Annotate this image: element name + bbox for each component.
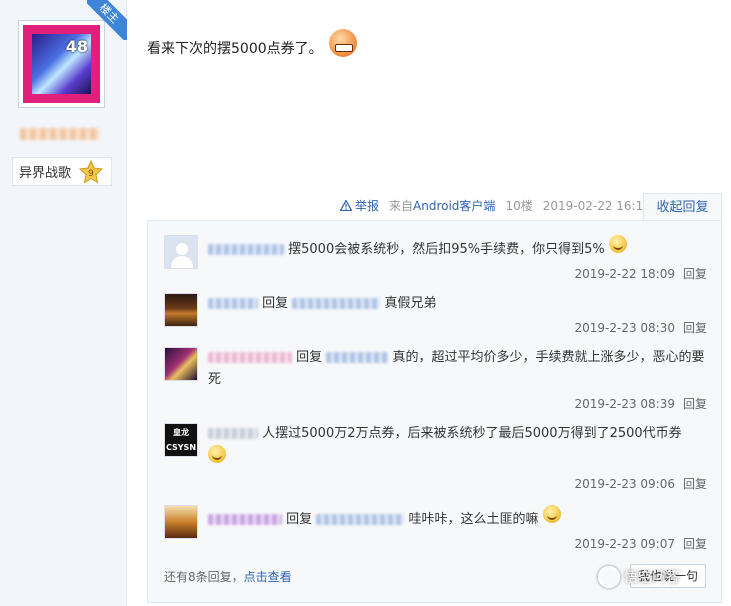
reply-time: 2019-2-23 09:07	[574, 537, 675, 551]
reply-body: 回复 真的，超过平均价多少，手续费就上涨多少，恶心的要死	[208, 347, 708, 391]
avatar-number: 48	[65, 37, 88, 56]
source-info: 来自Android客户端	[389, 197, 495, 214]
reply-body: 人摆过5000万2万点券，后来被系统秒了最后5000万得到了2500代币券	[208, 423, 708, 471]
level-star-icon: 9	[79, 160, 103, 184]
reply-prefix: 回复	[262, 296, 289, 311]
post-datetime: 2019-02-22 16:18	[542, 198, 651, 213]
reply-time: 2019-2-23 09:06	[574, 477, 675, 491]
reply-user-blurred[interactable]	[208, 244, 284, 255]
reply-user-blurred[interactable]	[208, 514, 282, 525]
reply-link[interactable]: 回复	[683, 537, 707, 551]
guild-name: 异界战歌	[19, 166, 72, 181]
reply-avatar[interactable]	[164, 293, 198, 327]
post-meta: 举报 来自Android客户端 10楼 2019-02-22 16:18	[340, 197, 651, 214]
reply-meta: 2019-2-22 18:09 回复	[574, 265, 707, 282]
reply-body: 回复 哇咔咔，这么土匪的嘛	[208, 505, 708, 531]
post-content: 看来下次的摆5000点券了。	[147, 29, 357, 58]
reply-time: 2019-2-23 08:39	[574, 397, 675, 411]
reply-link[interactable]: 回复	[683, 477, 707, 491]
reply-meta: 2019-2-23 08:30 回复	[574, 319, 707, 336]
smile-emoji-icon	[608, 235, 627, 253]
report-link[interactable]: 举报	[340, 197, 379, 214]
eyes-emoji-icon	[542, 505, 561, 523]
list-item: 回复 真的，超过平均价多少，手续费就上涨多少，恶心的要死 2019-2-23 0…	[164, 347, 709, 417]
reply-link[interactable]: 回复	[683, 397, 707, 411]
source-prefix: 来自	[389, 199, 414, 213]
floor-number: 10楼	[505, 199, 533, 213]
reply-time: 2019-2-22 18:09	[574, 267, 675, 281]
collapse-replies-button[interactable]: 收起回复	[643, 193, 722, 221]
reply-avatar[interactable]	[164, 235, 198, 269]
warning-icon	[340, 200, 352, 211]
angry-emoji-icon	[328, 29, 357, 57]
reply-user-blurred[interactable]	[208, 428, 258, 439]
reply-text: 摆5000会被系统秒，然后扣95%手续费，你只得到5%	[288, 242, 605, 257]
reply-body: 摆5000会被系统秒，然后扣95%手续费，你只得到5%	[208, 235, 708, 261]
list-item: 回复 真假兄弟 2019-2-23 08:30 回复	[164, 293, 709, 347]
guild-level: 9	[88, 169, 94, 179]
op-badge-label: 楼主	[87, 0, 127, 40]
op-corner-badge: 楼主	[87, 0, 127, 40]
reply-time: 2019-2-23 08:30	[574, 321, 675, 335]
reply-meta: 2019-2-23 09:07 回复	[574, 535, 707, 552]
smile-emoji-icon	[208, 445, 226, 463]
reply-prefix: 回复	[296, 350, 323, 365]
reply-avatar[interactable]: 皇龙 CSYSN	[164, 423, 198, 457]
guild-badge[interactable]: 异界战歌 9	[12, 157, 112, 186]
watermark-text: 悟空问答	[624, 570, 680, 586]
reply-target-blurred[interactable]	[316, 514, 405, 525]
reply-text: 人摆过5000万2万点券，后来被系统秒了最后5000万得到了2500代币券	[262, 426, 682, 441]
list-item: 摆5000会被系统秒，然后扣95%手续费，你只得到5% 2019-2-22 18…	[164, 235, 709, 289]
reply-meta: 2019-2-23 09:06 回复	[574, 475, 707, 492]
reply-text: 真假兄弟	[384, 296, 437, 311]
reply-meta: 2019-2-23 08:39 回复	[574, 395, 707, 412]
author-username-blurred[interactable]	[20, 128, 100, 140]
post-text: 看来下次的摆5000点券了。	[147, 41, 323, 57]
list-item: 皇龙 CSYSN 人摆过5000万2万点券，后来被系统秒了最后5000万得到了25…	[164, 423, 709, 495]
reply-link[interactable]: 回复	[683, 321, 707, 335]
reply-body: 回复 真假兄弟	[208, 293, 708, 315]
wukong-logo-icon	[598, 566, 620, 588]
source-client-link[interactable]: Android客户端	[413, 199, 495, 213]
list-item: 回复 哇咔咔，这么土匪的嘛 2019-2-23 09:07 回复	[164, 505, 709, 561]
reply-text: 哇咔咔，这么土匪的嘛	[408, 512, 539, 527]
reply-prefix: 回复	[286, 512, 313, 527]
more-replies: 还有8条回复，点击查看	[164, 568, 292, 585]
reply-list: 摆5000会被系统秒，然后扣95%手续费，你只得到5% 2019-2-22 18…	[147, 220, 722, 603]
reply-avatar[interactable]	[164, 505, 198, 539]
reply-user-blurred[interactable]	[208, 352, 292, 363]
reply-target-blurred[interactable]	[292, 298, 381, 309]
more-replies-text: 还有8条回复，	[164, 570, 244, 584]
reply-avatar[interactable]	[164, 347, 198, 381]
reply-target-blurred[interactable]	[326, 352, 389, 363]
watermark: 悟空问答	[598, 566, 680, 588]
reply-link[interactable]: 回复	[683, 267, 707, 281]
reply-user-blurred[interactable]	[208, 298, 258, 309]
view-more-link[interactable]: 点击查看	[244, 570, 292, 584]
report-label: 举报	[355, 199, 380, 213]
